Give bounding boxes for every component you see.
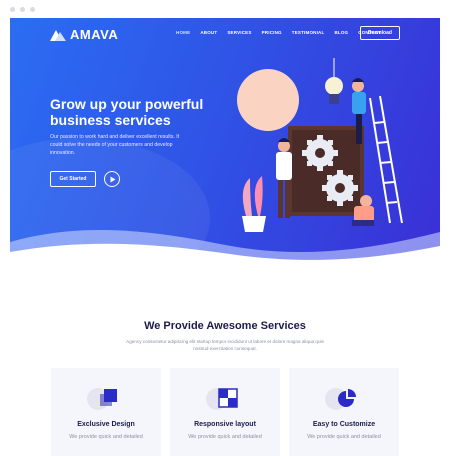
hero-description: Our passion to work hard and deliver exc… (50, 134, 180, 156)
services-description: Agency consectetur adipiscing elit start… (126, 339, 324, 351)
window-chrome (0, 0, 450, 18)
get-started-button[interactable]: Get Started (50, 171, 96, 187)
window-dot[interactable] (30, 7, 35, 12)
nav-item-blog[interactable]: BLOG (334, 30, 348, 35)
nav-item-about[interactable]: ABOUT (200, 30, 217, 35)
nav-item-testimonial[interactable]: TESTIMONIAL (292, 30, 325, 35)
card-description: We provide quick and detailed (69, 434, 143, 440)
window-dot[interactable] (10, 7, 15, 12)
nav-item-home[interactable]: HOME (176, 30, 190, 35)
card-description: We provide quick and detailed (188, 434, 262, 440)
window-dot[interactable] (20, 7, 25, 12)
layers-icon (100, 389, 117, 406)
service-card[interactable]: Easy to Customize We provide quick and d… (289, 368, 399, 456)
service-card[interactable]: Responsive layout We provide quick and d… (170, 368, 280, 456)
grid-icon (218, 388, 238, 408)
brand-name: AMAVA (70, 27, 119, 42)
card-title: Easy to Customize (312, 421, 376, 428)
hero-wave (10, 229, 440, 270)
service-card[interactable]: Exclusive Design We provide quick and de… (51, 368, 161, 456)
services-title: We Provide Awesome Services (144, 320, 306, 332)
card-description: We provide quick and detailed (307, 434, 381, 440)
card-title: Responsive layout (194, 421, 256, 428)
card-title: Exclusive Design (77, 421, 135, 428)
pie-chart-icon (338, 389, 356, 407)
nav-item-services[interactable]: SERVICES (227, 30, 251, 35)
nav-item-pricing[interactable]: PRICING (262, 30, 282, 35)
brand-logo[interactable]: AMAVA (50, 27, 118, 42)
logo-icon (50, 29, 66, 41)
hero-title: Grow up your powerful business services (50, 96, 204, 128)
browser-frame: AMAVA HOME ABOUT SERVICES PRICING TESTIM… (0, 0, 450, 456)
play-icon (110, 176, 115, 182)
play-video-button[interactable] (104, 171, 120, 187)
hero-section: AMAVA HOME ABOUT SERVICES PRICING TESTIM… (10, 18, 440, 270)
